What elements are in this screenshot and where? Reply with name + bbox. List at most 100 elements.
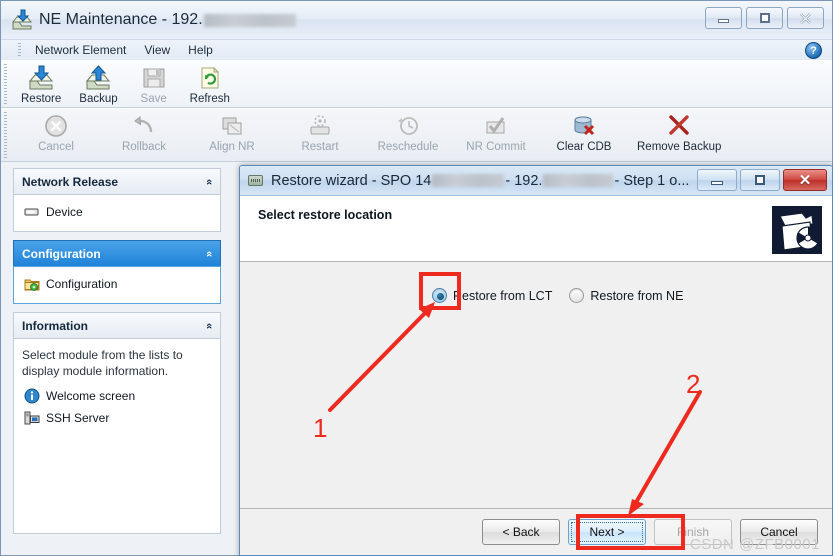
minimize-button[interactable]	[705, 7, 742, 29]
align-nr-icon	[219, 113, 245, 139]
sidebar-item-welcome-screen[interactable]: Welcome screen	[22, 385, 214, 407]
radio-restore-from-lct[interactable]: Restore from LCT	[432, 288, 552, 303]
toolbar-button-backup[interactable]: Backup	[70, 61, 126, 106]
sidebar-item-label-configuration: Configuration	[46, 277, 118, 291]
menu-bar: Network Element View Help ?	[1, 39, 832, 60]
chevron-collapse-icon[interactable]: «	[203, 178, 215, 184]
panel-header-information[interactable]: Information «	[13, 312, 221, 338]
toolbar-label-nr-commit: NR Commit	[466, 141, 526, 153]
reschedule-icon	[395, 113, 421, 139]
clear-cdb-icon	[571, 113, 597, 139]
save-icon	[141, 65, 167, 91]
panel-body-configuration: Configuration	[13, 266, 221, 304]
server-icon	[24, 410, 40, 426]
back-button[interactable]: < Back	[482, 519, 560, 545]
dialog-header: Select restore location	[240, 196, 832, 262]
redacted-ip-block-dialog	[543, 174, 614, 187]
dialog-title: Restore wizard - SPO 14 - 192. - Step 1 …	[271, 173, 689, 189]
panel-header-configuration[interactable]: Configuration «	[13, 240, 221, 266]
toolbar-button-save[interactable]: Save	[127, 61, 181, 106]
toolbar-label-backup: Backup	[79, 93, 118, 105]
device-icon	[24, 204, 40, 220]
dialog-maximize-button[interactable]	[740, 169, 780, 191]
toolbar-button-restore[interactable]: Restore	[12, 61, 70, 106]
toolbar-label-restore: Restore	[21, 93, 62, 105]
redacted-ip-block	[203, 13, 296, 27]
page-title: NE Maintenance - 192.	[39, 11, 297, 29]
chevron-collapse-icon[interactable]: «	[203, 322, 215, 328]
chevron-collapse-icon[interactable]: «	[203, 250, 215, 256]
configuration-folder-icon	[24, 276, 40, 292]
dialog-close-button[interactable]: ✕	[783, 169, 827, 191]
panel-body-information: Select module from the lists to display …	[13, 338, 221, 534]
menu-grip-handle[interactable]	[18, 43, 21, 57]
window-icon	[248, 175, 263, 186]
toolbar-button-nr-commit[interactable]: NR Commit	[452, 109, 540, 154]
toolbar-button-remove-backup[interactable]: Remove Backup	[628, 109, 730, 154]
remove-backup-icon	[666, 113, 692, 139]
menu-item-network-element[interactable]: Network Element	[26, 41, 135, 59]
menu-item-view[interactable]: View	[135, 41, 179, 59]
rollback-icon	[131, 113, 157, 139]
toolbar-label-align-nr: Align NR	[209, 141, 255, 153]
radio-label-ne: Restore from NE	[590, 288, 684, 303]
wizard-banner-icon	[772, 206, 822, 254]
toolbar-grip-handle-primary[interactable]	[4, 64, 7, 104]
maximize-button[interactable]	[746, 7, 783, 29]
toolbar-button-restart[interactable]: Restart	[276, 109, 364, 154]
toolbar-label-reschedule: Reschedule	[377, 141, 439, 153]
sidebar-item-label-device: Device	[46, 205, 83, 219]
redacted-model-block	[432, 174, 505, 187]
dialog-title-part3: - Step 1 o...	[614, 172, 690, 189]
dialog-footer: < Back Next > Finish Cancel CSDN @ZFB000…	[240, 508, 832, 555]
refresh-icon	[197, 65, 223, 91]
sidebar-item-configuration[interactable]: Configuration	[22, 273, 214, 295]
radio-restore-from-ne[interactable]: Restore from NE	[569, 288, 683, 303]
radio-indicator-lct[interactable]	[432, 288, 447, 303]
restore-icon	[11, 9, 33, 31]
toolbar-button-reschedule[interactable]: Reschedule	[364, 109, 452, 154]
toolbar-button-align-nr[interactable]: Align NR	[188, 109, 276, 154]
window-title-text: NE Maintenance - 192.	[39, 11, 203, 28]
toolbar-button-clear-cdb[interactable]: Clear CDB	[540, 109, 628, 154]
dialog-title-part2: - 192.	[505, 172, 543, 189]
finish-button[interactable]: Finish	[654, 519, 732, 545]
dialog-header-title: Select restore location	[258, 208, 393, 222]
toolbar-button-rollback[interactable]: Rollback	[100, 109, 188, 154]
dialog-title-part1: Restore wizard - SPO 14	[271, 172, 432, 189]
toolbar-label-clear-cdb: Clear CDB	[556, 141, 612, 153]
toolbar-button-cancel[interactable]: Cancel	[12, 109, 100, 154]
restore-location-radio-group: Restore from LCT Restore from NE	[240, 288, 832, 303]
panel-network-release: Network Release « Device	[13, 168, 221, 232]
close-button[interactable]	[787, 7, 824, 29]
panel-header-network-release[interactable]: Network Release «	[13, 168, 221, 194]
toolbar-grip-handle-secondary[interactable]	[4, 112, 7, 158]
toolbar-label-refresh: Refresh	[189, 93, 230, 105]
toolbar-label-rollback: Rollback	[121, 141, 167, 153]
toolbar-label-cancel: Cancel	[38, 141, 74, 153]
panel-title-configuration: Configuration	[22, 246, 101, 261]
close-icon: ✕	[798, 171, 812, 189]
information-description: Select module from the lists to display …	[22, 348, 183, 379]
help-icon[interactable]: ?	[805, 42, 822, 59]
toolbar-button-refresh[interactable]: Refresh	[181, 61, 239, 106]
sidebar-item-device[interactable]: Device	[22, 201, 214, 223]
next-button[interactable]: Next >	[568, 519, 646, 545]
toolbar-label-remove-backup: Remove Backup	[637, 141, 722, 153]
sidebar-item-ssh-server[interactable]: SSH Server	[22, 407, 214, 429]
panel-body-network-release: Device	[13, 194, 221, 232]
radio-indicator-ne[interactable]	[569, 288, 585, 303]
radio-label-lct: Restore from LCT	[453, 288, 553, 303]
restore-icon	[28, 65, 54, 91]
menu-item-help[interactable]: Help	[179, 41, 222, 59]
cancel-button[interactable]: Cancel	[740, 519, 818, 545]
dialog-minimize-button[interactable]	[697, 169, 737, 191]
restore-wizard-dialog: Restore wizard - SPO 14 - 192. - Step 1 …	[239, 165, 833, 556]
panel-title-information: Information	[22, 318, 88, 333]
panel-information: Information « Select module from the lis…	[13, 312, 221, 534]
sidebar: Network Release « Device Configuration «…	[1, 162, 229, 555]
restart-icon	[307, 113, 333, 139]
backup-icon	[85, 65, 111, 91]
primary-toolbar: Restore Backup Save Refresh	[1, 60, 832, 108]
toolbar-label-restart: Restart	[301, 141, 339, 153]
